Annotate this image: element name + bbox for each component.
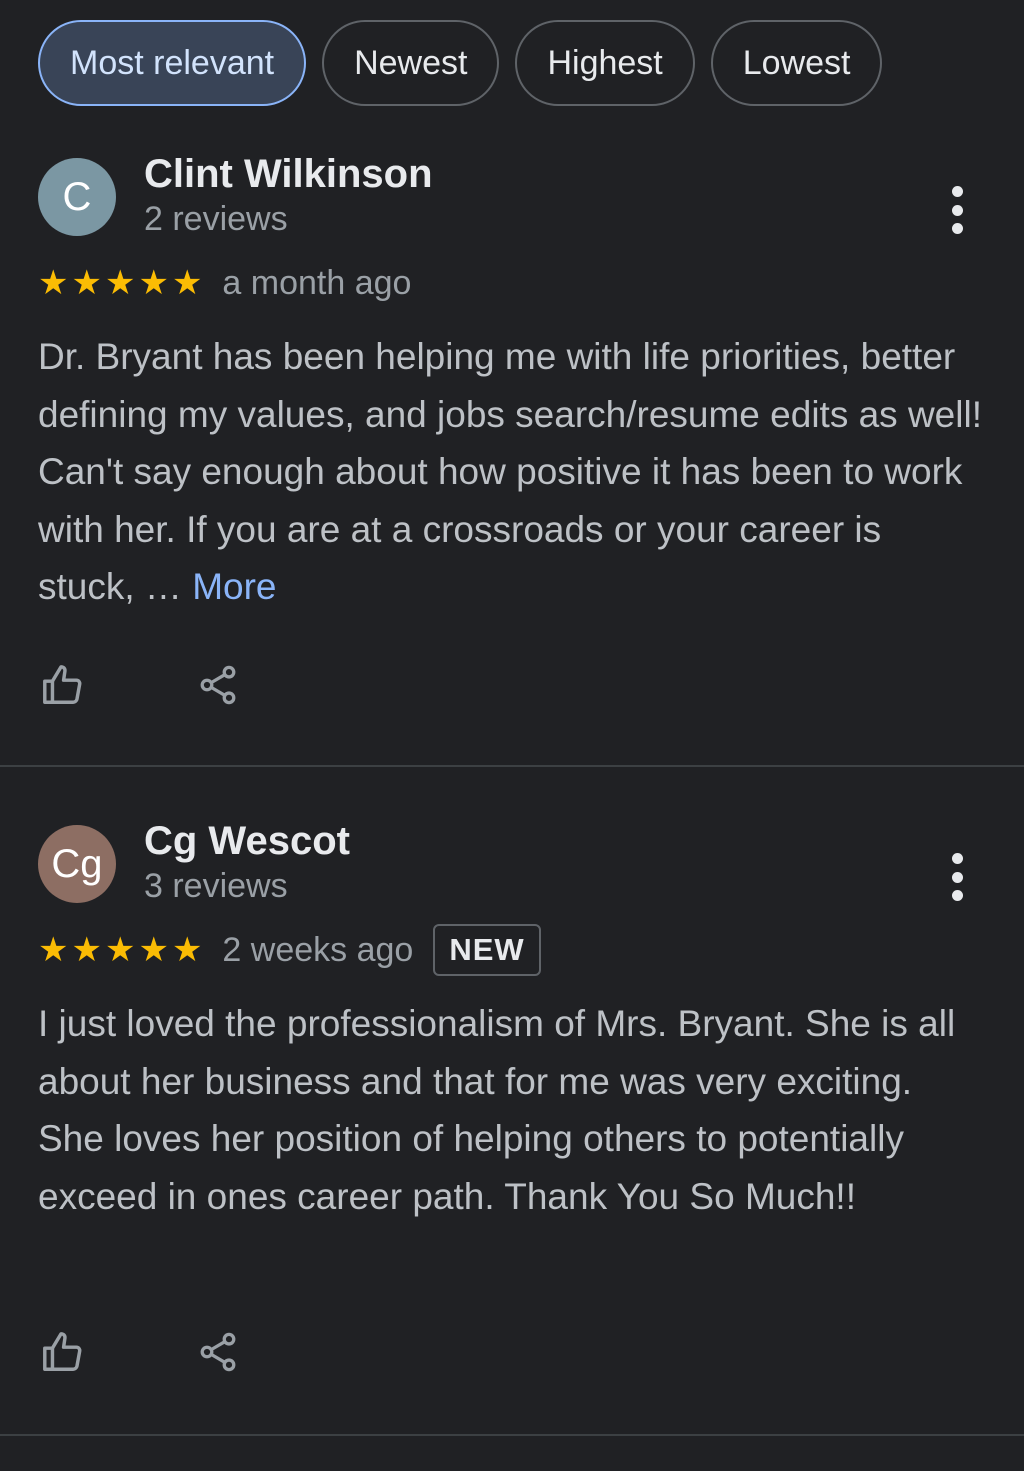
chip-highest[interactable]: Highest bbox=[515, 20, 695, 106]
review-time: a month ago bbox=[222, 263, 412, 302]
review-card: C Clint Wilkinson 2 reviews ★ ★ ★ ★ ★ a … bbox=[0, 150, 1024, 767]
chip-newest[interactable]: Newest bbox=[322, 20, 500, 106]
review-actions bbox=[38, 660, 243, 710]
star-icon: ★ bbox=[38, 931, 69, 969]
thumbs-up-icon[interactable] bbox=[38, 1327, 88, 1377]
more-vert-icon[interactable] bbox=[942, 853, 972, 901]
review-meta: ★ ★ ★ ★ ★ a month ago bbox=[38, 258, 411, 308]
star-icon: ★ bbox=[171, 264, 203, 302]
sort-chips: Most relevant Newest Highest Lowest bbox=[38, 20, 883, 106]
share-icon[interactable] bbox=[193, 660, 243, 710]
review-text: Dr. Bryant has been helping me with life… bbox=[38, 328, 988, 616]
star-rating: ★ ★ ★ ★ ★ bbox=[38, 266, 202, 300]
reviewer-name[interactable]: Clint Wilkinson bbox=[144, 152, 433, 197]
avatar[interactable]: Cg bbox=[38, 825, 116, 903]
star-icon: ★ bbox=[171, 931, 203, 969]
review-count: 2 reviews bbox=[144, 200, 288, 238]
review-count: 3 reviews bbox=[144, 867, 288, 905]
review-card: Cg Cg Wescot 3 reviews ★ ★ ★ ★ ★ 2 weeks… bbox=[0, 817, 1024, 1436]
thumbs-up-icon[interactable] bbox=[38, 660, 88, 710]
star-icon: ★ bbox=[138, 264, 169, 302]
review-meta: ★ ★ ★ ★ ★ 2 weeks ago NEW bbox=[38, 924, 541, 976]
star-icon: ★ bbox=[104, 931, 136, 969]
star-icon: ★ bbox=[138, 931, 169, 969]
new-badge: NEW bbox=[433, 924, 541, 976]
share-icon[interactable] bbox=[193, 1327, 243, 1377]
review-time: 2 weeks ago bbox=[222, 930, 414, 969]
chip-lowest[interactable]: Lowest bbox=[710, 20, 883, 106]
review-actions bbox=[38, 1327, 243, 1377]
avatar[interactable]: C bbox=[38, 158, 116, 236]
star-icon: ★ bbox=[38, 264, 69, 302]
star-icon: ★ bbox=[71, 931, 102, 969]
chip-most-relevant[interactable]: Most relevant bbox=[38, 20, 307, 106]
star-icon: ★ bbox=[71, 264, 102, 302]
more-vert-icon[interactable] bbox=[942, 186, 972, 234]
review-text-content: Dr. Bryant has been helping me with life… bbox=[38, 336, 982, 607]
star-icon: ★ bbox=[104, 264, 136, 302]
reviewer-name[interactable]: Cg Wescot bbox=[144, 819, 350, 864]
review-text: I just loved the professionalism of Mrs.… bbox=[38, 995, 988, 1225]
more-link[interactable]: More bbox=[192, 566, 276, 607]
star-rating: ★ ★ ★ ★ ★ bbox=[38, 933, 202, 967]
review-text-content: I just loved the professionalism of Mrs.… bbox=[38, 1003, 956, 1217]
